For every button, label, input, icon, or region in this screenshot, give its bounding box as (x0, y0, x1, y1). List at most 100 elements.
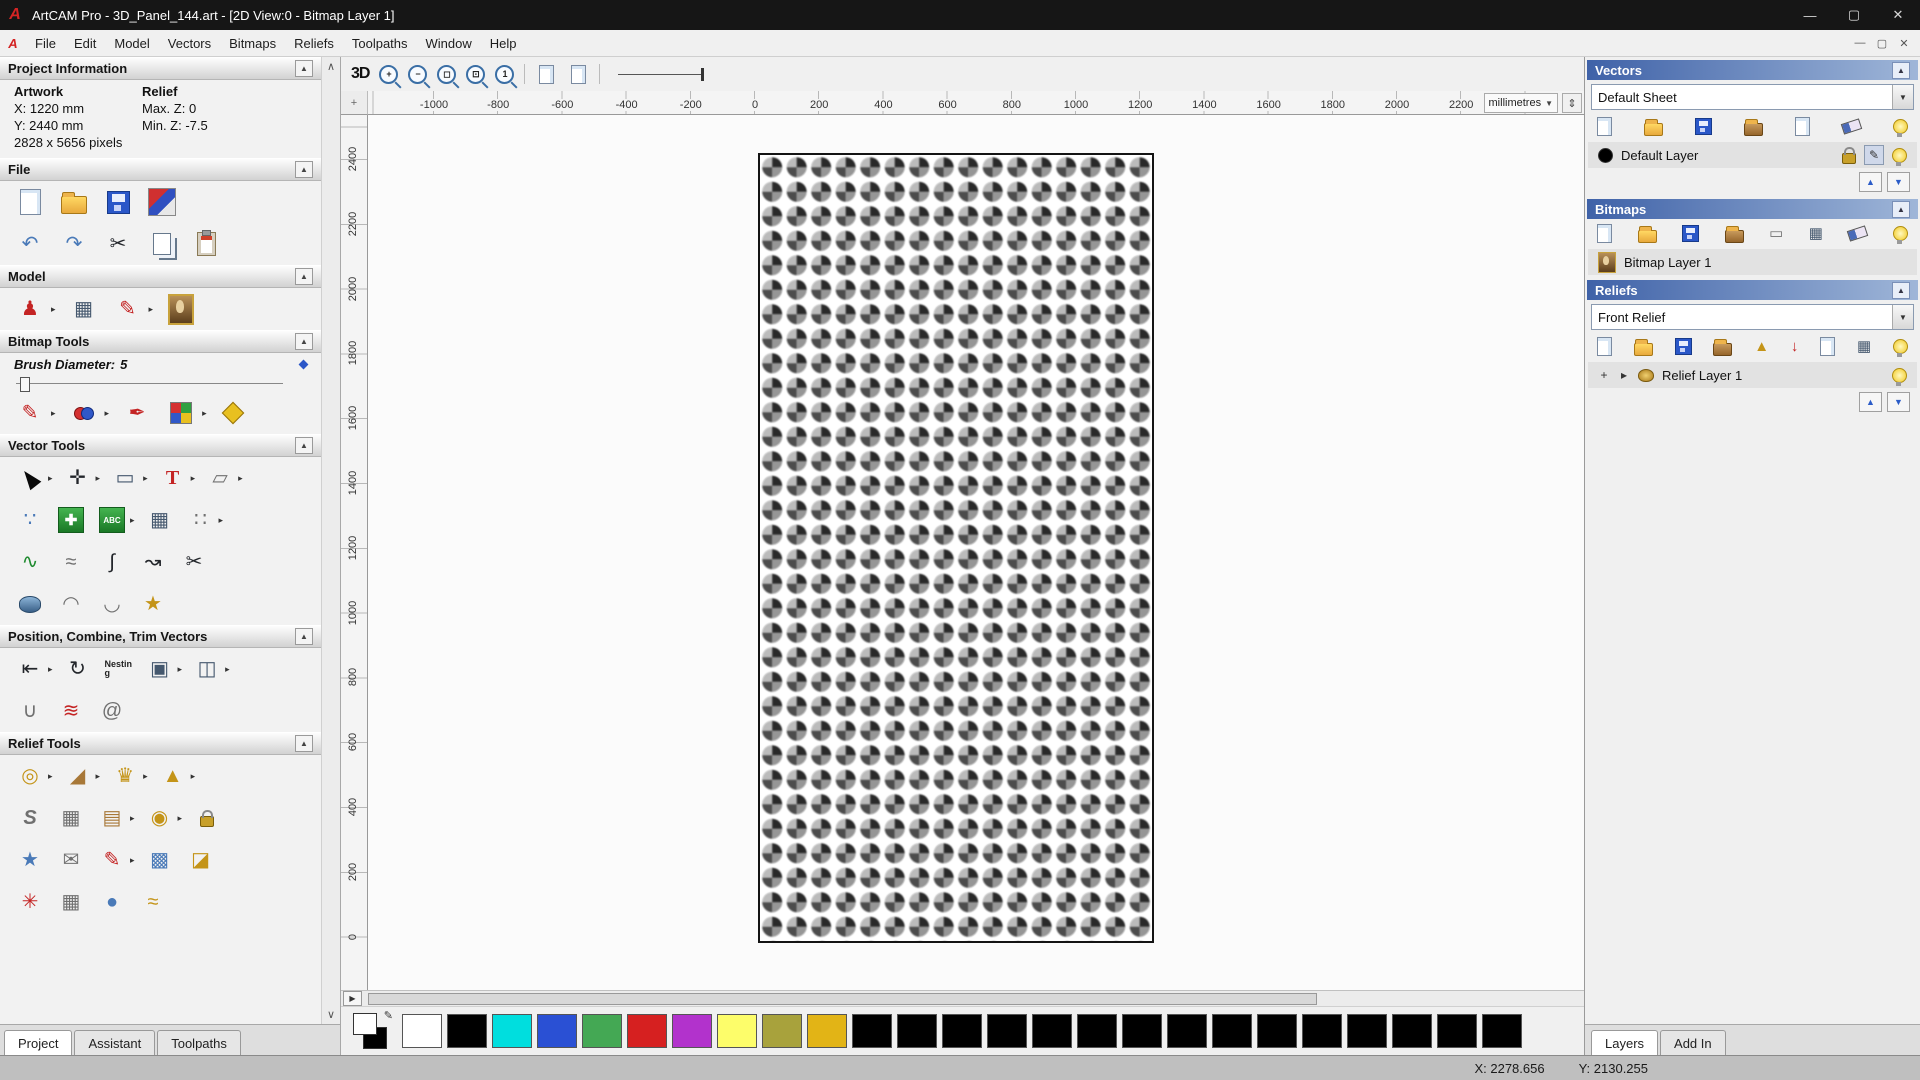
sheet-select[interactable]: Default Sheet ▼ (1591, 84, 1914, 110)
chamfer-flyout-icon[interactable]: ▸ (96, 771, 101, 782)
move-relief-up-button[interactable]: ▲ (1859, 392, 1882, 412)
h-scroll-left-button[interactable]: ▶ (343, 991, 362, 1006)
text-flyout-icon[interactable]: ▸ (191, 473, 196, 484)
open-bitmap-layer-icon[interactable] (1637, 225, 1657, 243)
paste-button[interactable] (190, 229, 222, 259)
delete-vector-layer-icon[interactable] (1840, 118, 1863, 135)
delete-bitmap-layer-icon[interactable] (1847, 225, 1869, 242)
h-scroll-thumb[interactable] (368, 993, 1317, 1005)
star-tool-button[interactable]: ★ (137, 589, 169, 619)
spiral-tool-button[interactable]: @ (96, 696, 128, 726)
close-button[interactable]: ✕ (1876, 0, 1920, 30)
color-swatch[interactable] (537, 1014, 577, 1048)
tab-project[interactable]: Project (4, 1030, 73, 1055)
trim-vectors-button[interactable]: ✂ (178, 547, 210, 577)
chamfer-button[interactable]: ◢ (62, 761, 94, 791)
group-flyout-icon[interactable]: ▸ (178, 664, 183, 675)
bitmap-to-vector-button[interactable]: ✚ (55, 505, 87, 535)
move-layer-down-button[interactable]: ▼ (1887, 172, 1910, 192)
smooth-relief-button[interactable]: S (14, 803, 46, 833)
snap-grid-flyout-icon[interactable]: ▸ (219, 515, 224, 526)
relief-select-arrow-icon[interactable]: ▼ (1892, 305, 1913, 329)
collapse-reliefs-button[interactable]: ▲ (1892, 281, 1910, 299)
collapse-file-button[interactable]: ▲ (295, 161, 313, 178)
color-swatch[interactable] (807, 1014, 847, 1048)
pyramid-relief-button[interactable]: ▲ (157, 761, 189, 791)
paint-flyout-icon[interactable]: ▸ (51, 408, 56, 419)
color-swatch[interactable] (1212, 1014, 1252, 1048)
menu-toolpaths[interactable]: Toolpaths (343, 30, 417, 56)
sheet-select-arrow-icon[interactable]: ▼ (1892, 85, 1913, 109)
offset-relief-button[interactable]: ◪ (185, 845, 217, 875)
import-vectors-icon[interactable] (1744, 118, 1763, 136)
palette-button[interactable] (165, 398, 197, 428)
export-model-button[interactable] (146, 187, 178, 217)
grid-tool-button[interactable]: ▦ (144, 505, 176, 535)
texture-relief-button[interactable]: ▩ (144, 845, 176, 875)
color-swatch[interactable] (1392, 1014, 1432, 1048)
wave-tool-button[interactable]: ≈ (55, 547, 87, 577)
color-swatch[interactable] (582, 1014, 622, 1048)
mirror-vectors-button[interactable]: ▱ (204, 463, 236, 493)
zoom-fit-button[interactable]: ⊡ (466, 64, 486, 84)
menu-model[interactable]: Model (105, 30, 158, 56)
brush-slider-handle[interactable] (20, 377, 30, 392)
relief-select[interactable]: Front Relief ▼ (1591, 304, 1914, 330)
color-swatch[interactable] (1167, 1014, 1207, 1048)
fit-text-flyout-icon[interactable]: ▸ (130, 515, 135, 526)
line-width-slider-handle[interactable] (701, 67, 705, 81)
snap-toggle-button[interactable] (535, 59, 557, 89)
view-3d-button[interactable]: 3D (351, 65, 370, 83)
wrap-vectors-button[interactable]: ≋ (55, 696, 87, 726)
save-model-button[interactable] (102, 187, 134, 217)
zoom-1to1-button[interactable]: 1 (495, 64, 515, 84)
color-swatch[interactable] (1122, 1014, 1162, 1048)
color-swatch[interactable] (1077, 1014, 1117, 1048)
tab-toolpaths[interactable]: Toolpaths (157, 1030, 241, 1055)
open-relief-layer-icon[interactable] (1633, 338, 1653, 356)
create-rectangle-button[interactable]: ▭ (109, 463, 141, 493)
polyline-tool-button[interactable]: ↝ (137, 547, 169, 577)
menu-reliefs[interactable]: Reliefs (285, 30, 343, 56)
nesting-button[interactable]: Nesting (103, 654, 135, 684)
collapse-position-button[interactable]: ▲ (295, 628, 313, 645)
scroll-up-icon[interactable]: ∧ (327, 60, 335, 73)
collapse-model-button[interactable]: ▲ (295, 268, 313, 285)
collapse-project-info-button[interactable]: ▲ (295, 60, 313, 77)
import-bitmap-icon[interactable] (1724, 225, 1744, 243)
align-vectors-button[interactable]: ⇤ (14, 654, 46, 684)
load-bitmap-button[interactable] (165, 293, 197, 325)
menu-file[interactable]: File (26, 30, 65, 56)
color-swatch[interactable] (717, 1014, 757, 1048)
extrude-tool-button[interactable] (14, 589, 46, 619)
brush-diameter-slider[interactable] (16, 376, 305, 392)
color-swatch[interactable] (402, 1014, 442, 1048)
open-vector-layer-icon[interactable] (1644, 118, 1663, 136)
group-vectors-button[interactable]: ▣ (144, 654, 176, 684)
align-flyout-icon[interactable]: ▸ (48, 664, 53, 675)
new-relief-layer-icon[interactable] (1597, 337, 1612, 356)
color-swatch[interactable] (942, 1014, 982, 1048)
library-flyout-icon[interactable]: ▸ (130, 813, 135, 824)
snap-grid-button[interactable]: ∷ (185, 505, 217, 535)
vector-sheet-icon[interactable] (1795, 117, 1810, 136)
color-swatch[interactable] (1302, 1014, 1342, 1048)
color-swatch[interactable] (987, 1014, 1027, 1048)
toggle-all-reliefs-icon[interactable] (1892, 339, 1908, 357)
bead-tool-button[interactable]: ∵ (14, 505, 46, 535)
move-relief-down-button[interactable]: ▼ (1887, 392, 1910, 412)
create-text-button[interactable]: T (157, 463, 189, 493)
paint-button[interactable]: ✎ (14, 398, 46, 428)
pyramid-flyout-icon[interactable]: ▸ (191, 771, 196, 782)
fit-text-button[interactable]: ABC (96, 505, 128, 535)
model-texture-button[interactable]: ▦ (68, 294, 100, 324)
bezier-tool-button[interactable]: ∿ (14, 547, 46, 577)
ruler-scale-button[interactable]: ⇕ (1562, 93, 1582, 113)
mdi-minimize-button[interactable]: — (1852, 37, 1868, 50)
scroll-down-icon[interactable]: ∨ (327, 1008, 335, 1021)
color-swatch[interactable] (1482, 1014, 1522, 1048)
turn-flyout-icon[interactable]: ▸ (178, 813, 183, 824)
color-swatch[interactable] (897, 1014, 937, 1048)
relief-layer-row[interactable]: + ▸ Relief Layer 1 (1588, 362, 1917, 388)
tab-add-in[interactable]: Add In (1660, 1030, 1726, 1055)
